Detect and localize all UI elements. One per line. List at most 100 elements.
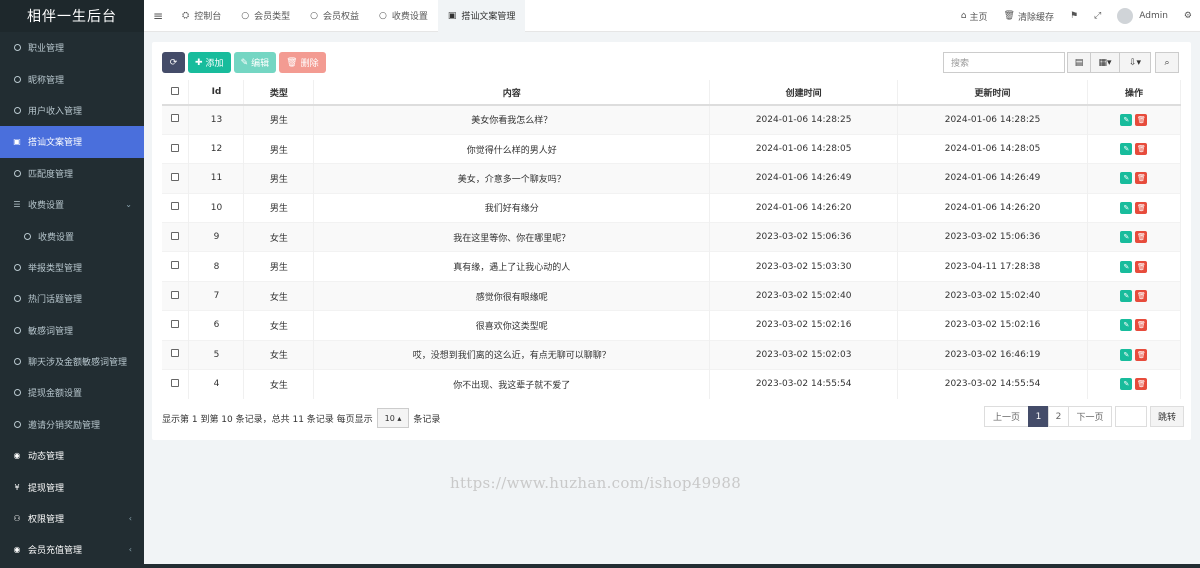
sidebar-item-4[interactable]: 匹配度管理 <box>0 158 144 189</box>
page-1-button[interactable]: 1 <box>1028 406 1049 427</box>
tab-0[interactable]: ⛭ 控制台 <box>172 0 231 32</box>
row-checkbox[interactable] <box>171 114 180 123</box>
fullscreen-icon[interactable]: ⤢ <box>1086 11 1109 21</box>
row-edit-icon[interactable]: ✎ <box>1120 290 1133 303</box>
row-checkbox[interactable] <box>171 349 180 358</box>
cell-id: 8 <box>188 251 245 282</box>
sidebar-item-1[interactable]: 昵称管理 <box>0 63 144 94</box>
settings-gear-icon[interactable]: ⚙ <box>1176 11 1200 21</box>
search-icon[interactable]: ⌕ <box>1155 52 1179 73</box>
sidebar-item-16[interactable]: ◉ 会员充值管理 ‹ <box>0 534 144 565</box>
sidebar-item-10[interactable]: 聊天涉及金额敏感词管理 <box>0 346 144 377</box>
col-id[interactable]: Id <box>188 80 245 106</box>
row-edit-icon[interactable]: ✎ <box>1120 348 1133 361</box>
edit-button[interactable]: ✎ 编辑 <box>233 52 277 73</box>
table-row[interactable]: 11 男生 美女，介意多一个聊友吗？ 2024-01-06 14:26:49 2024-… <box>162 163 1182 194</box>
row-edit-icon[interactable]: ✎ <box>1120 378 1133 391</box>
next-page-button[interactable]: 下一页 <box>1068 406 1112 427</box>
table-row[interactable]: 8 男生 真有缘，遇上了让我心动的人 2023-03-02 15:03:30 2023-… <box>162 251 1182 282</box>
row-delete-icon[interactable]: 🗑 <box>1135 113 1148 126</box>
language-icon[interactable]: ⚑ <box>1062 11 1086 21</box>
menu-toggle-icon[interactable]: ≡ <box>144 9 172 23</box>
sidebar-item-13[interactable]: ◉ 动态管理 <box>0 440 144 471</box>
row-delete-icon[interactable]: 🗑 <box>1135 348 1148 361</box>
cell-type: 女生 <box>243 222 315 252</box>
table-row[interactable]: 9 女生 我在这里等你、你在哪里呢？ 2023-03-02 15:06:36 2023-… <box>162 222 1182 252</box>
delete-button[interactable]: 🗑 删除 <box>279 52 326 73</box>
row-delete-icon[interactable]: 🗑 <box>1135 319 1148 332</box>
row-edit-icon[interactable]: ✎ <box>1120 231 1133 244</box>
sidebar-item-9[interactable]: 敏感词管理 <box>0 315 144 346</box>
trash-icon: 🗑 <box>1003 11 1015 21</box>
row-checkbox[interactable] <box>171 290 180 299</box>
tab-2[interactable]: ○ 会员权益 <box>300 0 369 32</box>
row-edit-icon[interactable]: ✎ <box>1120 319 1133 332</box>
row-delete-icon[interactable]: 🗑 <box>1135 378 1148 391</box>
col-type[interactable]: 类型 <box>243 80 315 106</box>
row-edit-icon[interactable]: ✎ <box>1120 113 1133 126</box>
row-edit-icon[interactable]: ✎ <box>1120 172 1133 185</box>
sidebar-item-0[interactable]: 职业管理 <box>0 32 144 63</box>
col-content[interactable]: 内容 <box>313 80 711 106</box>
table-row[interactable]: 6 女生 很喜欢你这类型呢 2023-03-02 15:02:16 2023-03-02… <box>162 310 1182 341</box>
row-checkbox[interactable] <box>171 143 180 152</box>
page-2-button[interactable]: 2 <box>1048 406 1069 427</box>
sidebar-item-6[interactable]: 收费设置 <box>0 220 144 251</box>
select-all-checkbox[interactable] <box>162 80 190 106</box>
row-checkbox[interactable] <box>171 231 180 240</box>
row-checkbox[interactable] <box>171 319 180 328</box>
table-row[interactable]: 10 男生 我们好有缘分 2024-01-06 14:26:20 2024-01-06 … <box>162 192 1182 223</box>
add-button[interactable]: ✚ 添加 <box>188 52 231 73</box>
export-icon[interactable]: ⇩▾ <box>1119 52 1151 73</box>
row-checkbox[interactable] <box>171 172 180 181</box>
table-row[interactable]: 12 男生 你觉得什么样的男人好 2024-01-06 14:28:05 2024-01… <box>162 133 1182 164</box>
dynamic-icon: ◉ <box>13 451 21 461</box>
sidebar-item-11[interactable]: 提现金额设置 <box>0 377 144 408</box>
row-delete-icon[interactable]: 🗑 <box>1135 290 1148 303</box>
row-checkbox[interactable] <box>171 378 180 387</box>
home-link[interactable]: ⌂ 主页 <box>953 10 996 23</box>
row-delete-icon[interactable]: 🗑 <box>1135 260 1148 273</box>
goto-page-input[interactable] <box>1115 406 1147 427</box>
clear-cache-button[interactable]: 🗑 清除缓存 <box>996 10 1062 23</box>
table-row[interactable]: 7 女生 感觉你很有眼缘呢 2023-03-02 15:02:40 2023-03-02… <box>162 280 1182 311</box>
circle-icon <box>12 263 22 271</box>
row-edit-icon[interactable]: ✎ <box>1120 260 1133 273</box>
refresh-button[interactable]: ⟳ <box>162 52 185 73</box>
row-delete-icon[interactable]: 🗑 <box>1135 201 1148 214</box>
columns-icon[interactable]: ▦▾ <box>1090 52 1120 73</box>
row-delete-icon[interactable]: 🗑 <box>1135 231 1148 244</box>
col-updated[interactable]: 更新时间 <box>897 80 1088 106</box>
user-menu[interactable]: Admin <box>1109 8 1176 24</box>
table-row[interactable]: 4 女生 你不出现、我这辈子就不爱了 2023-03-02 14:55:54 2023-… <box>162 369 1182 399</box>
sidebar-item-3[interactable]: ▣ 搭讪文案管理 <box>0 126 144 158</box>
sidebar-item-7[interactable]: 举报类型管理 <box>0 252 144 283</box>
row-edit-icon[interactable]: ✎ <box>1120 143 1133 156</box>
tab-4[interactable]: ▣ 搭讪文案管理 <box>437 0 526 32</box>
goto-button[interactable]: 跳转 <box>1150 406 1185 427</box>
sidebar-item-14[interactable]: ¥ 提现管理 <box>0 471 144 502</box>
row-checkbox[interactable] <box>171 202 180 211</box>
col-created[interactable]: 创建时间 <box>709 80 899 106</box>
chevron-left-icon: ‹ <box>128 545 132 555</box>
sidebar-item-2[interactable]: 用户收入管理 <box>0 95 144 126</box>
table-row[interactable]: 13 男生 美女你看我怎么样？ 2024-01-06 14:28:25 2024-01-… <box>162 104 1182 135</box>
row-delete-icon[interactable]: 🗑 <box>1135 143 1148 156</box>
prev-page-button[interactable]: 上一页 <box>984 406 1029 427</box>
search-input[interactable]: 搜索 <box>943 52 1065 73</box>
tab-1[interactable]: ○ 会员类型 <box>231 0 300 32</box>
list-view-icon[interactable]: ▤ <box>1067 52 1091 73</box>
cell-updated: 2023-03-02 15:02:16 <box>897 310 1088 341</box>
tab-3[interactable]: ○ 收费设置 <box>369 0 438 32</box>
sidebar-item-12[interactable]: 邀请分销奖励管理 <box>0 409 144 440</box>
sidebar-item-label: 敏感词管理 <box>28 326 74 337</box>
sidebar-item-15[interactable]: ⚇ 权限管理 ‹ <box>0 503 144 534</box>
row-delete-icon[interactable]: 🗑 <box>1135 172 1148 185</box>
sidebar-item-8[interactable]: 热门话题管理 <box>0 283 144 314</box>
row-checkbox[interactable] <box>171 261 180 270</box>
table-row[interactable]: 5 女生 哎，没想到我们离的这么近，有点无聊可以聊聊？ 2023-03-02 15:0… <box>162 339 1182 370</box>
page-size-select[interactable]: 10 ▴ <box>376 408 410 428</box>
sidebar-item-5[interactable]: ☰ 收费设置 ⌄ <box>0 189 144 220</box>
app-title[interactable]: 相伴一生后台 <box>0 0 144 32</box>
row-edit-icon[interactable]: ✎ <box>1120 201 1133 214</box>
